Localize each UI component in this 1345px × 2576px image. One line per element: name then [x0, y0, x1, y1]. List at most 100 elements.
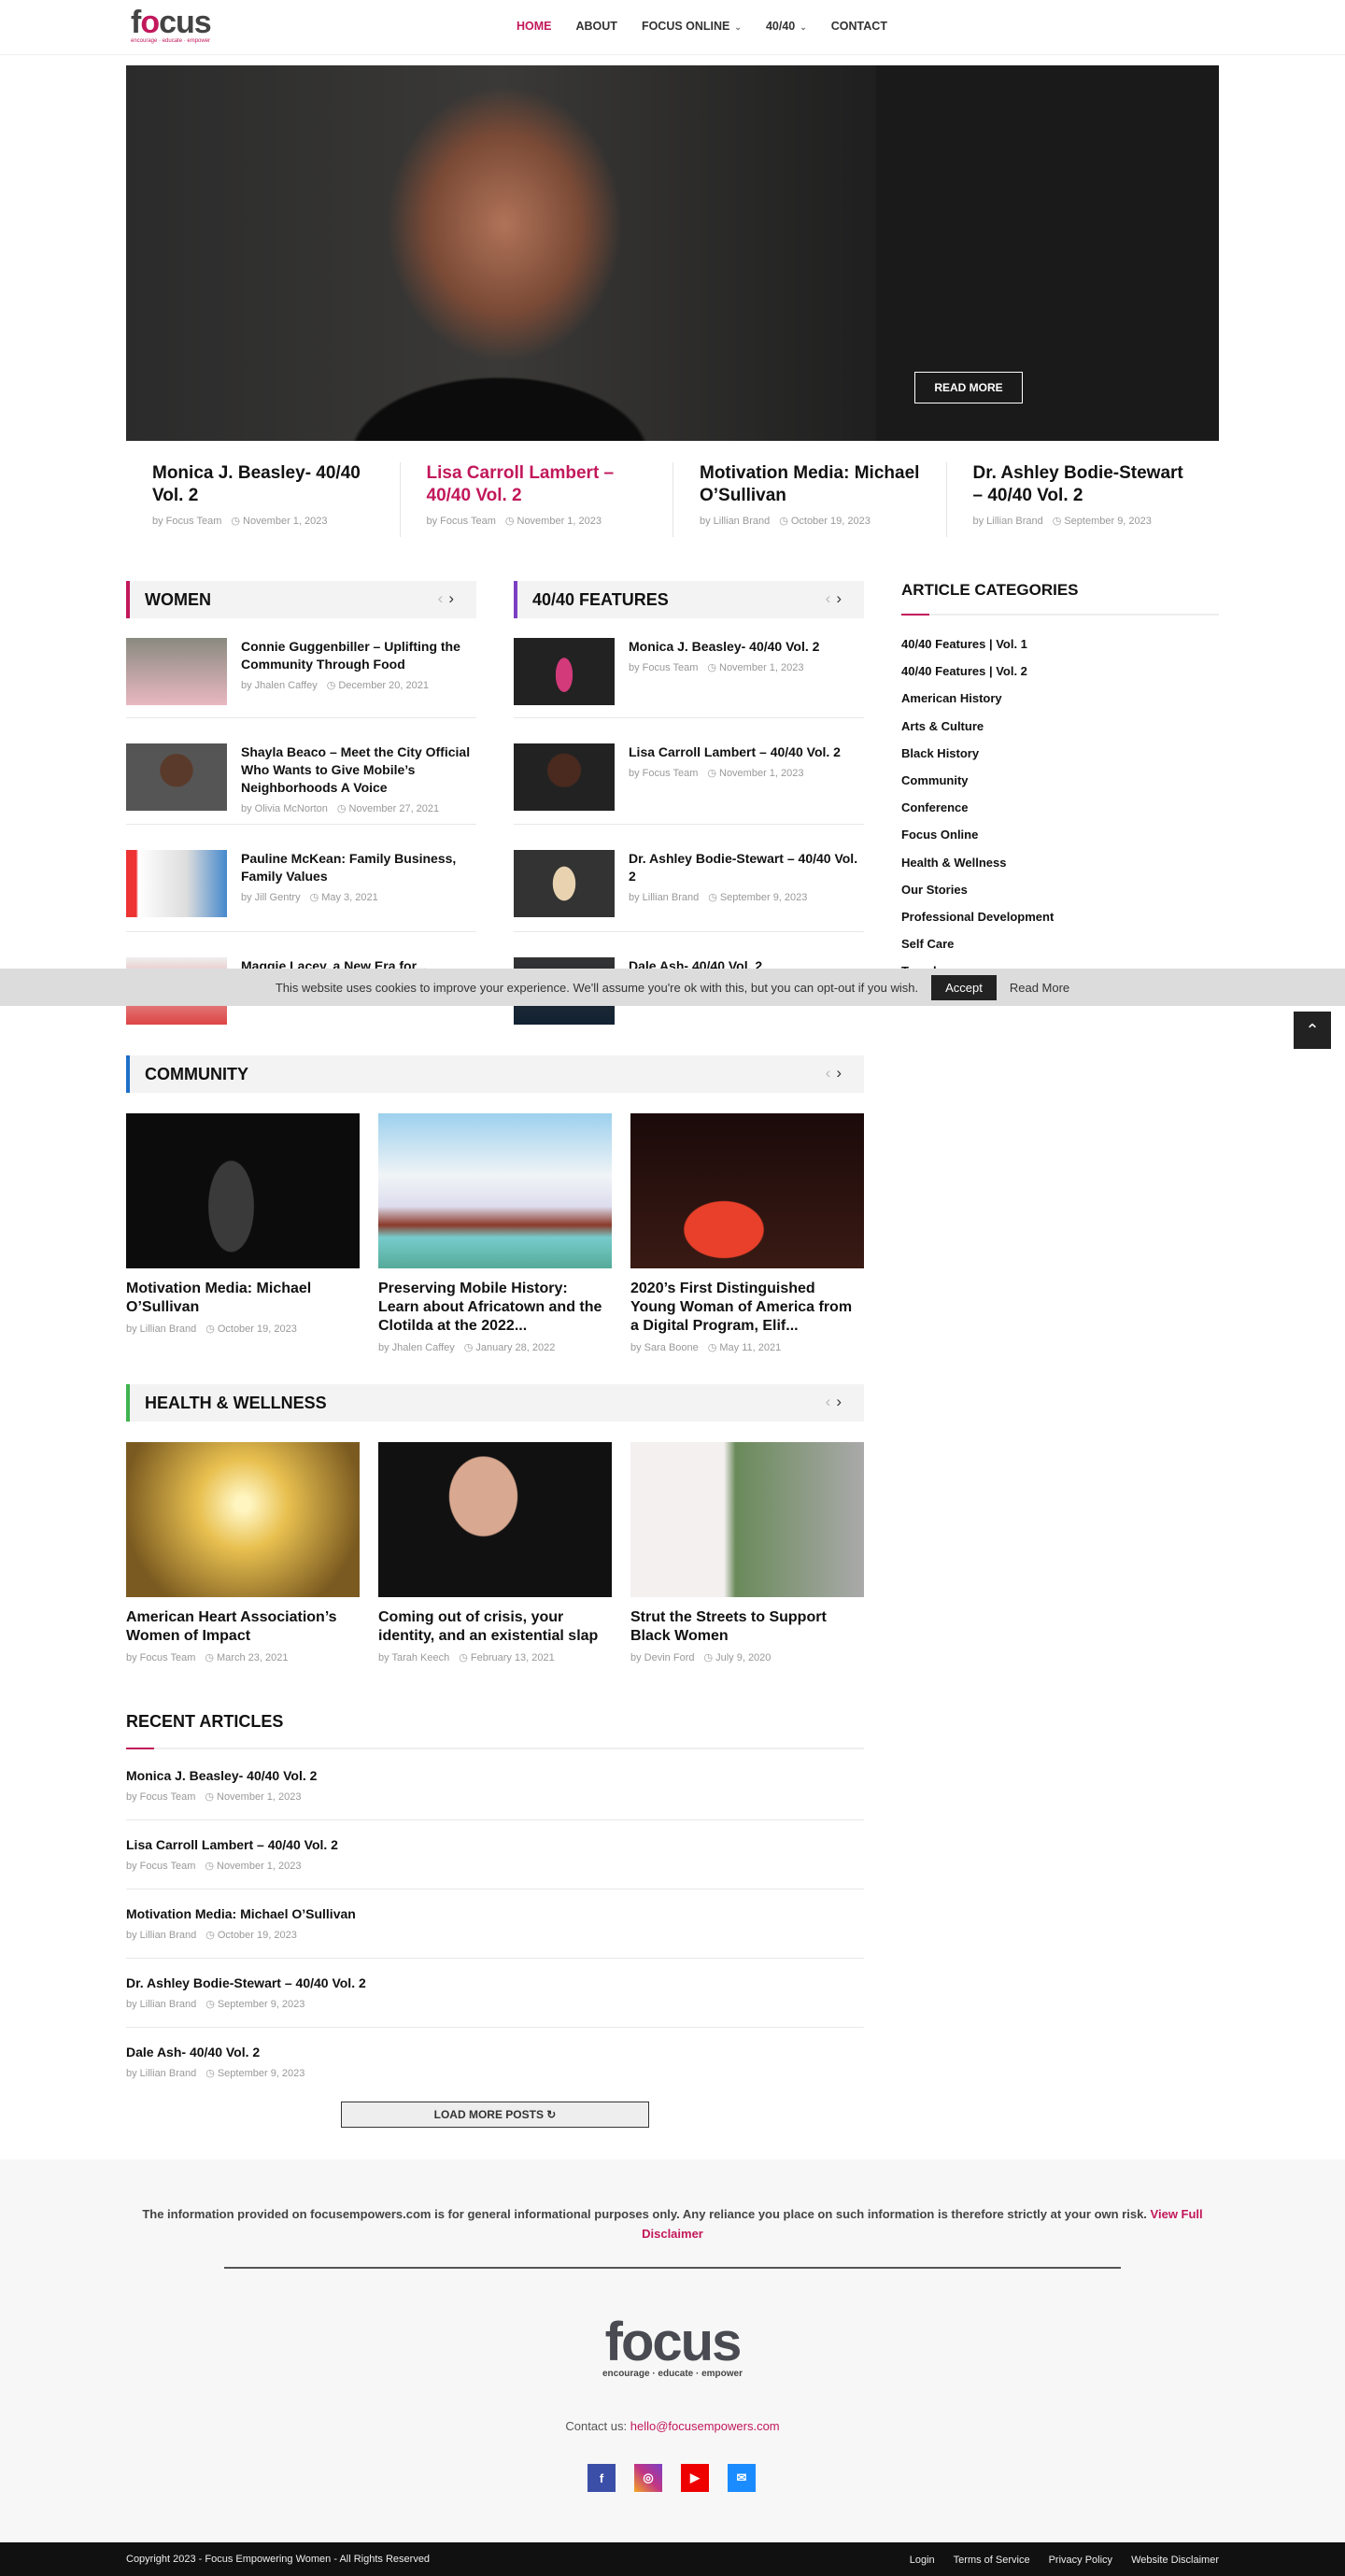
facebook-icon[interactable]: f	[588, 2464, 616, 2492]
post-title[interactable]: Lisa Carroll Lambert – 40/40 Vol. 2	[126, 1837, 864, 1852]
chevron-left-icon[interactable]: ‹	[826, 1064, 837, 1082]
section-nav[interactable]: ‹›	[826, 589, 847, 608]
email-link[interactable]: hello@focusempowers.com	[630, 2419, 780, 2433]
category-link[interactable]: Arts & Culture	[901, 719, 984, 733]
post-title[interactable]: Monica J. Beasley- 40/40 Vol. 2	[126, 1768, 864, 1783]
chevron-right-icon[interactable]: ›	[836, 1393, 847, 1410]
post-author[interactable]: by Focus Team	[126, 1861, 195, 1872]
post-author[interactable]: by Lillian Brand	[629, 892, 699, 903]
post-title[interactable]: 2020’s First Distinguished Young Woman o…	[630, 1280, 864, 1336]
list-item[interactable]: Dr. Ashley Bodie-Stewart – 40/40 Vol. 2 b…	[126, 1975, 864, 2010]
list-item[interactable]: Monica J. Beasley- 40/40 Vol. 2 by Focus …	[126, 1768, 864, 1803]
category-link[interactable]: Black History	[901, 746, 979, 760]
post-author[interactable]: by Tarah Keech	[378, 1652, 449, 1663]
chevron-left-icon[interactable]: ‹	[438, 589, 449, 607]
list-item[interactable]: Lisa Carroll Lambert – 40/40 Vol. 2 by Fo…	[126, 1837, 864, 1872]
back-to-top-button[interactable]: ⌃	[1294, 1012, 1331, 1049]
post-author[interactable]: by Focus Team	[126, 1652, 195, 1663]
category-link[interactable]: Conference	[901, 800, 969, 814]
post-author[interactable]: by Olivia McNorton	[241, 803, 328, 814]
section-nav[interactable]: ‹›	[826, 1393, 847, 1411]
post-image[interactable]	[126, 1442, 360, 1597]
post-author[interactable]: by Focus Team	[629, 662, 698, 673]
site-logo[interactable]: focus encourage · educate · empower	[131, 7, 215, 47]
post-title[interactable]: American Heart Association’s Women of Im…	[126, 1608, 360, 1646]
post-thumbnail[interactable]	[126, 743, 227, 811]
category-link[interactable]: Self Care	[901, 937, 954, 951]
post-author[interactable]: by Lillian Brand	[973, 516, 1043, 527]
post-title[interactable]: Motivation Media: Michael O’Sullivan	[126, 1280, 360, 1317]
slide-title[interactable]: Monica J. Beasley- 40/40 Vol. 2	[152, 462, 374, 507]
category-link[interactable]: Community	[901, 773, 969, 787]
nav-contact[interactable]: CONTACT	[831, 20, 887, 33]
nav-focus-online[interactable]: FOCUS ONLINE ⌄	[642, 20, 742, 33]
post-title[interactable]: Connie Guggenbiller – Uplifting the Comm…	[241, 638, 476, 673]
category-link[interactable]: Health & Wellness	[901, 856, 1006, 870]
post-image[interactable]	[378, 1442, 612, 1597]
slide-title[interactable]: Dr. Ashley Bodie-Stewart – 40/40 Vol. 2	[973, 462, 1194, 507]
email-icon[interactable]: ✉	[728, 2464, 756, 2492]
post-author[interactable]: by Focus Team	[629, 768, 698, 779]
post-title[interactable]: Dr. Ashley Bodie-Stewart – 40/40 Vol. 2	[126, 1975, 864, 1990]
post-card[interactable]: American Heart Association’s Women of Im…	[126, 1442, 360, 1663]
terms-link[interactable]: Terms of Service	[954, 2555, 1030, 2566]
hero-slider[interactable]: READ MORE	[126, 65, 1219, 441]
slide-item[interactable]: Motivation Media: Michael O’Sullivan by L…	[672, 462, 946, 537]
chevron-left-icon[interactable]: ‹	[826, 1393, 837, 1410]
category-link[interactable]: 40/40 Features | Vol. 1	[901, 637, 1027, 651]
post-title[interactable]: Shayla Beaco – Meet the City Official Wh…	[241, 743, 476, 797]
slide-title[interactable]: Lisa Carroll Lambert – 40/40 Vol. 2	[427, 462, 647, 507]
post-title[interactable]: Dale Ash- 40/40 Vol. 2	[126, 2045, 864, 2059]
login-link[interactable]: Login	[910, 2555, 935, 2566]
category-link[interactable]: Professional Development	[901, 910, 1054, 924]
category-link[interactable]: Our Stories	[901, 883, 968, 897]
chevron-right-icon[interactable]: ›	[448, 589, 460, 607]
slide-item[interactable]: Monica J. Beasley- 40/40 Vol. 2 by Focus …	[126, 462, 400, 537]
slide-title[interactable]: Motivation Media: Michael O’Sullivan	[700, 462, 920, 507]
list-item[interactable]: Shayla Beaco – Meet the City Official Wh…	[126, 743, 476, 814]
list-item[interactable]: Monica J. Beasley- 40/40 Vol. 2 by Focus …	[514, 638, 864, 705]
slide-item[interactable]: Dr. Ashley Bodie-Stewart – 40/40 Vol. 2 b…	[945, 462, 1220, 537]
nav-about[interactable]: ABOUT	[576, 20, 617, 33]
post-author[interactable]: by Lillian Brand	[126, 1930, 196, 1941]
category-link[interactable]: American History	[901, 691, 1002, 705]
post-image[interactable]	[630, 1442, 864, 1597]
list-item[interactable]: Lisa Carroll Lambert – 40/40 Vol. 2 by Fo…	[514, 743, 864, 811]
list-item[interactable]: Connie Guggenbiller – Uplifting the Comm…	[126, 638, 476, 705]
post-card[interactable]: Motivation Media: Michael O’Sullivan by L…	[126, 1113, 360, 1335]
post-card[interactable]: Coming out of crisis, your identity, and…	[378, 1442, 612, 1663]
post-author[interactable]: by Sara Boone	[630, 1342, 699, 1353]
post-author[interactable]: by Lillian Brand	[126, 1323, 196, 1335]
post-author[interactable]: by Focus Team	[427, 516, 496, 527]
post-author[interactable]: by Focus Team	[126, 1791, 195, 1803]
post-title[interactable]: Pauline McKean: Family Business, Family …	[241, 850, 476, 885]
post-card[interactable]: Strut the Streets to Support Black Women…	[630, 1442, 864, 1663]
list-item[interactable]: Dr. Ashley Bodie-Stewart – 40/40 Vol. 2 b…	[514, 850, 864, 917]
post-author[interactable]: by Jill Gentry	[241, 892, 301, 903]
accept-cookies-button[interactable]: Accept	[931, 974, 997, 1000]
privacy-link[interactable]: Privacy Policy	[1049, 2555, 1112, 2566]
post-title[interactable]: Strut the Streets to Support Black Women	[630, 1608, 864, 1646]
post-author[interactable]: by Jhalen Caffey	[378, 1342, 455, 1353]
nav-home[interactable]: HOME	[517, 20, 552, 33]
post-author[interactable]: by Jhalen Caffey	[241, 680, 318, 691]
cookie-read-more-link[interactable]: Read More	[1010, 981, 1069, 995]
post-title[interactable]: Motivation Media: Michael O’Sullivan	[126, 1906, 864, 1921]
post-title[interactable]: Coming out of crisis, your identity, and…	[378, 1608, 612, 1646]
post-author[interactable]: by Lillian Brand	[126, 1999, 196, 2010]
post-author[interactable]: by Devin Ford	[630, 1652, 694, 1663]
post-title[interactable]: Preserving Mobile History: Learn about A…	[378, 1280, 612, 1336]
list-item[interactable]: Dale Ash- 40/40 Vol. 2 by Lillian Brand ◷S…	[126, 2045, 864, 2079]
post-author[interactable]: by Lillian Brand	[700, 516, 770, 527]
post-card[interactable]: Preserving Mobile History: Learn about A…	[378, 1113, 612, 1353]
youtube-icon[interactable]: ▶	[681, 2464, 709, 2492]
list-item[interactable]: Motivation Media: Michael O’Sullivan by L…	[126, 1906, 864, 1941]
post-thumbnail[interactable]	[514, 850, 615, 917]
post-thumbnail[interactable]	[126, 638, 227, 705]
post-author[interactable]: by Focus Team	[152, 516, 221, 527]
post-image[interactable]	[630, 1113, 864, 1268]
post-thumbnail[interactable]	[126, 850, 227, 917]
post-author[interactable]: by Lillian Brand	[126, 2068, 196, 2079]
post-title[interactable]: Monica J. Beasley- 40/40 Vol. 2	[629, 638, 819, 656]
website-disclaimer-link[interactable]: Website Disclaimer	[1131, 2555, 1219, 2566]
